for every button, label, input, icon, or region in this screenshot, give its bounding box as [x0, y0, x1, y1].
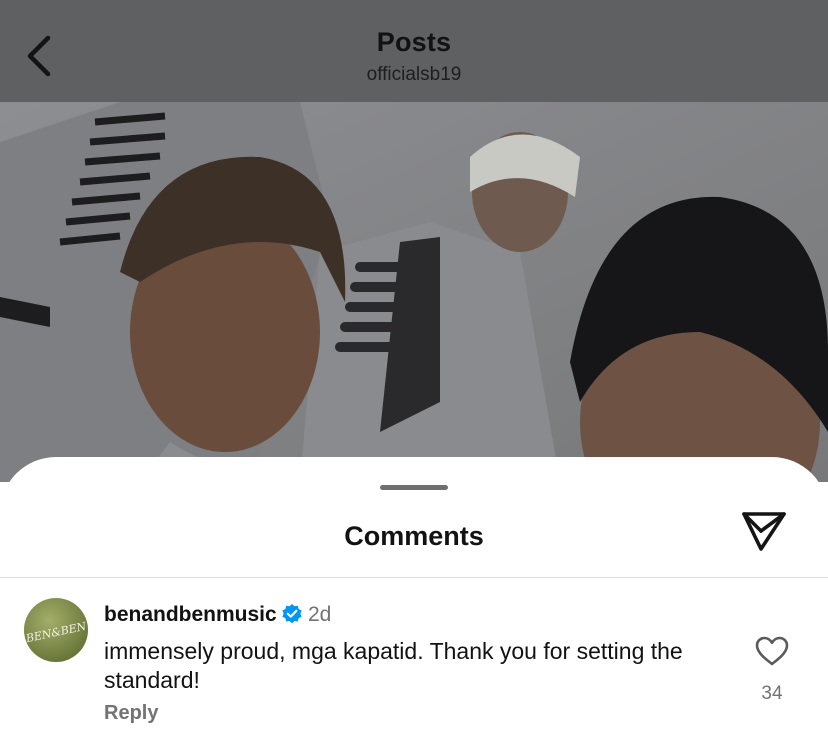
comments-title: Comments [344, 521, 484, 551]
comment-timestamp: 2d [308, 603, 332, 626]
like-count: 34 [761, 683, 783, 704]
verified-badge-icon [281, 603, 303, 625]
sheet-drag-handle[interactable] [380, 485, 448, 490]
reply-button[interactable]: Reply [104, 702, 158, 725]
post-photo-image [0, 102, 828, 482]
divider [0, 577, 828, 578]
like-button[interactable] [752, 635, 792, 671]
account-username[interactable]: officialsb19 [0, 64, 828, 86]
share-button[interactable] [738, 510, 790, 556]
comments-sheet: Comments BEN&BEN benandbenmusic 2d immen… [0, 457, 828, 746]
post-photo[interactable] [0, 102, 828, 482]
heart-icon [755, 636, 789, 671]
send-icon [740, 509, 788, 558]
page-title: Posts [376, 27, 452, 57]
comment-username[interactable]: benandbenmusic [104, 603, 277, 627]
comment-text: immensely proud, mga kapatid. Thank you … [104, 638, 683, 693]
screen: Posts officialsb19 Comments BEN&BEN bena… [0, 0, 828, 746]
top-nav-bar: Posts officialsb19 [0, 0, 828, 102]
avatar[interactable]: BEN&BEN [24, 598, 88, 662]
